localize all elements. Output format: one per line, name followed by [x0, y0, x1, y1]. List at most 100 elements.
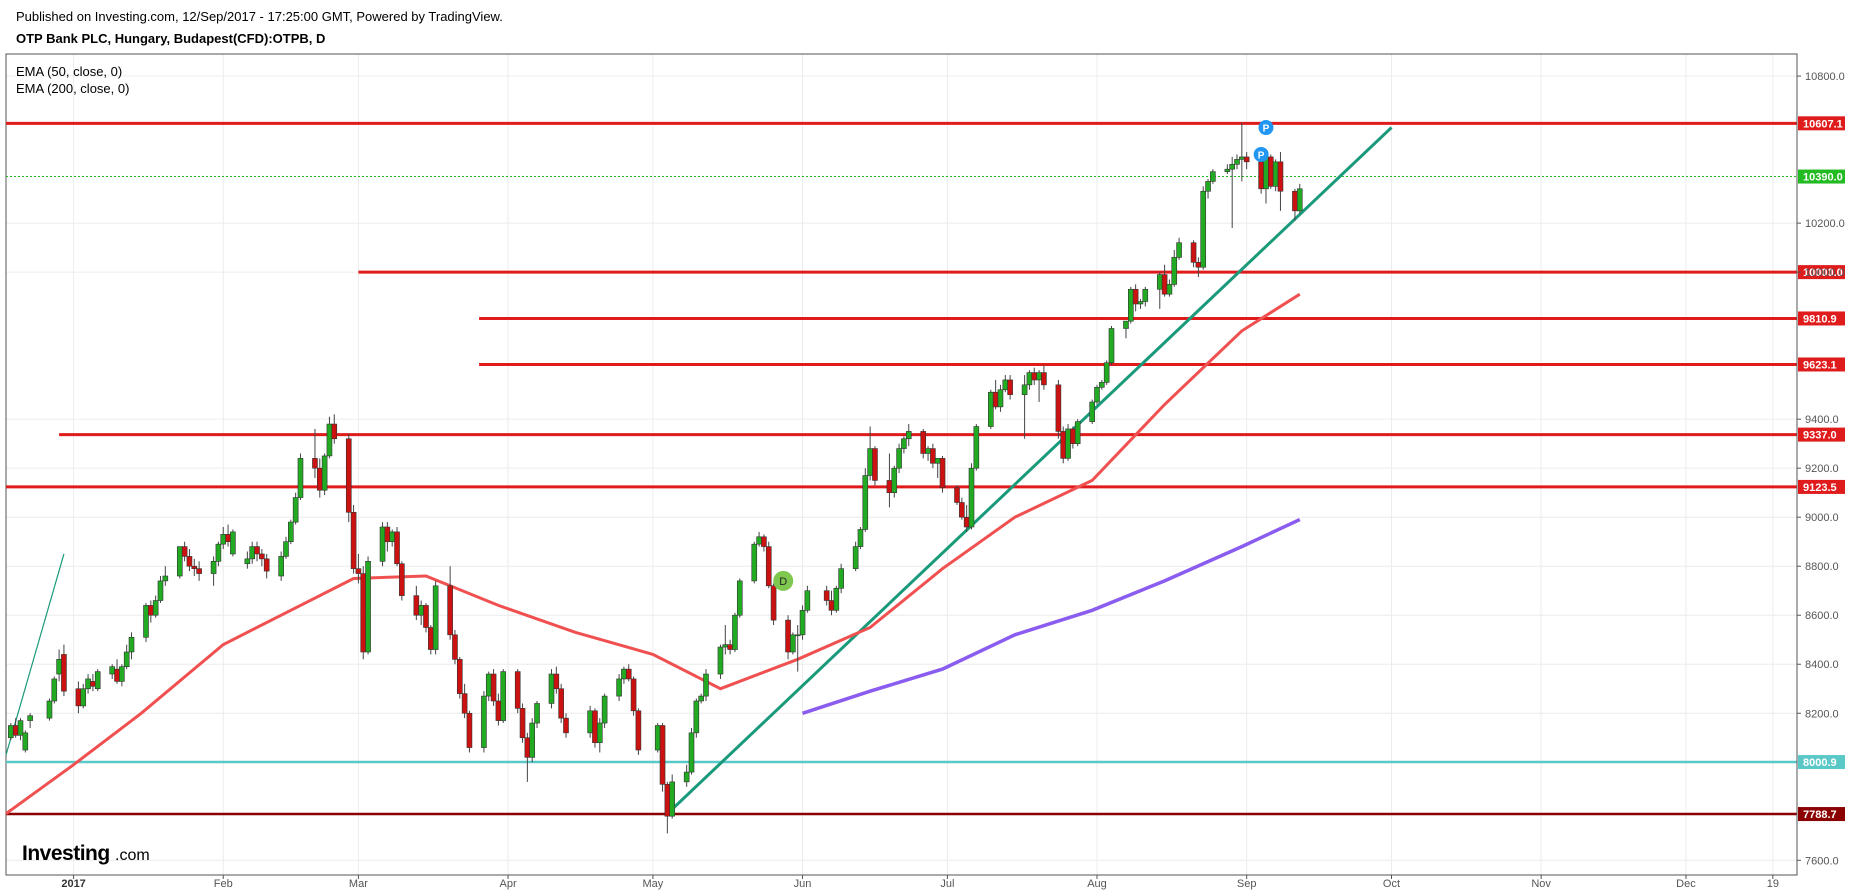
candle	[1021, 375, 1028, 439]
candle	[1161, 264, 1168, 297]
candle-body	[1263, 156, 1269, 190]
candle	[891, 465, 898, 498]
candle-body	[1026, 372, 1033, 386]
candle	[80, 683, 87, 709]
candle-body	[587, 710, 593, 734]
candle-body	[157, 580, 164, 601]
logo-suffix: .com	[115, 847, 150, 864]
indicator-ema200-label[interactable]: EMA (200, close, 0)	[16, 81, 129, 96]
candle	[191, 558, 198, 577]
candle	[693, 698, 700, 738]
candle	[432, 580, 439, 655]
candle	[423, 602, 429, 633]
candle-body	[558, 688, 564, 719]
candle	[109, 664, 116, 679]
time-tick-label: Oct	[1383, 878, 1400, 890]
candle-body	[128, 636, 135, 653]
investing-logo[interactable]: Investing .com	[22, 842, 150, 865]
candle	[186, 549, 193, 572]
candle	[75, 681, 82, 714]
candle-body	[654, 725, 661, 751]
candle-body	[210, 561, 217, 574]
candle	[288, 519, 294, 545]
candle-body	[901, 438, 907, 449]
candle	[485, 671, 492, 701]
candle	[852, 541, 859, 572]
price-chart[interactable]: 10607.1 10000.0 9810.9 9623.1 9337.0 9123.5 80…	[0, 0, 1855, 895]
pin-marker-label: P	[1258, 150, 1265, 161]
candle	[1055, 379, 1062, 439]
candle-body	[1103, 362, 1110, 383]
candle	[698, 693, 704, 704]
candle-body	[316, 467, 323, 491]
candle	[278, 551, 284, 581]
candle-body	[592, 710, 598, 743]
trendline	[5, 553, 65, 756]
candle-body	[698, 695, 704, 702]
candle-body	[452, 634, 458, 660]
candle-body	[350, 511, 357, 569]
candle	[384, 522, 391, 552]
candle-body	[326, 423, 333, 457]
candle-body	[1099, 382, 1105, 388]
candle	[669, 774, 675, 819]
candle	[872, 446, 878, 486]
candle-body	[930, 448, 936, 464]
candle	[254, 541, 260, 562]
candle	[1026, 370, 1033, 390]
candle-body	[148, 605, 154, 616]
candle	[1031, 367, 1038, 385]
candle-body	[94, 671, 101, 690]
indicator-ema50-label[interactable]: EMA (50, close, 0)	[16, 64, 122, 79]
candle-body	[616, 678, 622, 697]
price-tick-label: 9400.0	[1805, 414, 1839, 426]
trendline	[666, 126, 1393, 815]
candle-body	[1128, 288, 1134, 322]
candle-body	[756, 536, 762, 545]
candle	[345, 433, 352, 523]
candle	[490, 669, 497, 706]
candle-body	[244, 558, 251, 565]
candle	[988, 389, 994, 429]
candle-body	[529, 722, 535, 758]
candle-body	[1074, 421, 1081, 444]
candle-body	[1137, 301, 1144, 305]
candle	[553, 666, 560, 694]
event-markers: D P P	[773, 120, 1274, 591]
candle	[770, 583, 777, 626]
logo-brand: Investing	[22, 842, 110, 865]
candle-body	[447, 585, 453, 636]
candle	[751, 541, 758, 584]
candle-body	[596, 722, 603, 743]
price-tick-label: 8400.0	[1805, 659, 1839, 671]
candle	[717, 644, 724, 679]
candle-body	[17, 720, 24, 736]
candle	[27, 713, 33, 728]
candle-body	[51, 678, 58, 702]
price-tick-label: 10800.0	[1805, 71, 1845, 83]
candle	[630, 676, 637, 716]
candle-body	[1132, 288, 1139, 305]
candle-body	[790, 634, 796, 653]
level-label: 9623.1	[1803, 359, 1837, 371]
candle-body	[761, 536, 767, 547]
candle-body	[625, 668, 632, 680]
dividend-marker: D	[773, 570, 794, 591]
pin-marker: P	[1253, 146, 1269, 162]
candle-body	[553, 673, 560, 690]
candle	[1224, 164, 1231, 175]
candle	[128, 632, 135, 660]
candle-body	[794, 634, 801, 637]
candle-body	[727, 644, 733, 650]
candle-body	[22, 732, 29, 751]
candle-body	[1176, 242, 1182, 258]
candle-body	[683, 771, 690, 783]
level-label: 9123.5	[1803, 482, 1837, 494]
candle	[389, 529, 395, 547]
candle	[447, 566, 453, 640]
candle	[1156, 272, 1163, 309]
candle-body	[534, 703, 540, 724]
candle	[1296, 183, 1303, 214]
candle	[905, 424, 912, 447]
candle	[56, 649, 62, 682]
